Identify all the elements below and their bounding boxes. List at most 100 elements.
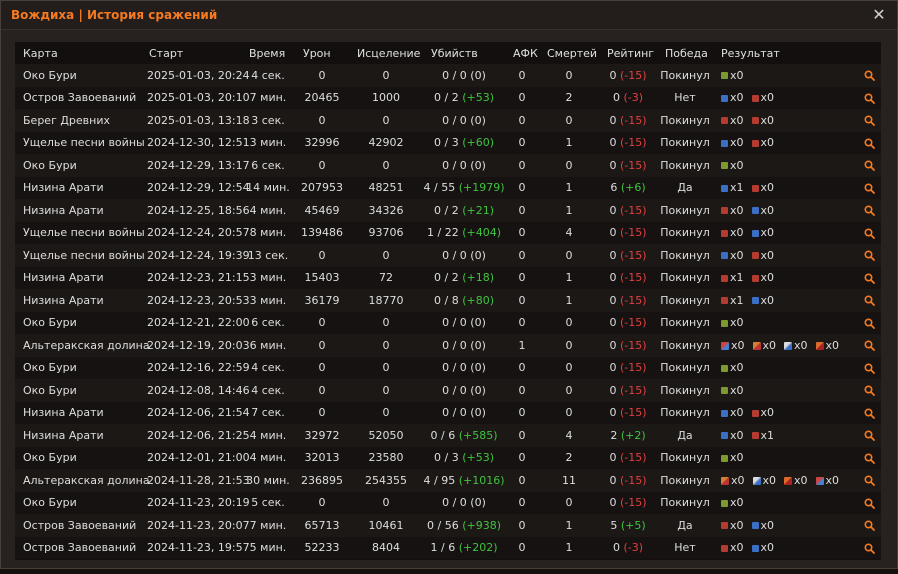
- cell-map: Низина Арати: [15, 176, 141, 199]
- table-row[interactable]: Око Бури 2024-12-01, 21:00 4 мин. 32013 2358…: [15, 446, 881, 469]
- col-afk[interactable]: АФК: [505, 42, 539, 64]
- heal-value: 72: [379, 271, 393, 285]
- afk-value: 0: [518, 248, 526, 262]
- col-win[interactable]: Победа: [657, 42, 713, 64]
- table-row[interactable]: Низина Арати 2024-12-29, 12:54 14 мин. 2079…: [15, 176, 881, 199]
- kills-value: 1 / 22: [427, 226, 459, 240]
- table-row[interactable]: Око Бури 2024-12-08, 14:46 4 сек. 0 0 0 / 0 (…: [15, 379, 881, 402]
- col-damage[interactable]: Урон: [295, 42, 349, 64]
- table-row[interactable]: Низина Арати 2024-12-06, 21:54 7 сек. 0 0 0 /…: [15, 401, 881, 424]
- magnifier-icon[interactable]: [863, 453, 875, 464]
- magnifier-icon[interactable]: [863, 363, 875, 374]
- table-row[interactable]: Ущелье песни войны 2024-12-24, 20:57 8 мин…: [15, 221, 881, 244]
- magnifier-icon[interactable]: [863, 228, 875, 239]
- result-count: x0: [760, 203, 775, 217]
- table-row[interactable]: Низина Арати 2024-12-23, 20:53 3 мин. 36179…: [15, 289, 881, 312]
- magnifier-icon[interactable]: [863, 250, 875, 262]
- kills-delta: (0): [470, 383, 486, 397]
- result-item: x1: [721, 271, 744, 284]
- damage-value: 32972: [304, 428, 340, 442]
- cell-rating: 0 (-3): [599, 86, 657, 109]
- col-map[interactable]: Карта: [15, 42, 141, 64]
- table-row[interactable]: Низина Арати 2024-12-23, 21:15 3 мин. 15403…: [15, 266, 881, 289]
- faction-flag-icon: [721, 162, 728, 170]
- magnifier-icon[interactable]: [863, 295, 875, 307]
- win-status: Покинул: [660, 383, 710, 397]
- faction-flag-icon: [721, 499, 728, 507]
- afk-value: 0: [518, 361, 526, 375]
- duration: 4 сек.: [251, 68, 285, 82]
- faction-flag-icon: [721, 432, 728, 440]
- table-row[interactable]: Низина Арати 2024-12-06, 21:25 4 мин. 32972…: [15, 424, 881, 447]
- col-result[interactable]: Результат: [713, 42, 857, 64]
- cell-rating: 0 (-3): [599, 536, 657, 559]
- table-row[interactable]: Око Бури 2024-12-29, 13:17 6 сек. 0 0 0 / 0 (…: [15, 154, 881, 177]
- table-row[interactable]: Низина Арати 2024-12-25, 18:56 4 мин. 45469…: [15, 199, 881, 222]
- cell-rating: 0 (-15): [599, 221, 657, 244]
- magnifier-icon[interactable]: [863, 340, 875, 352]
- magnifier-icon[interactable]: [863, 205, 875, 217]
- col-deaths[interactable]: Смертей: [539, 42, 599, 64]
- table-row[interactable]: Око Бури 2024-12-16, 22:59 4 сек. 0 0 0 / 0 (…: [15, 356, 881, 379]
- win-status: Нет: [674, 541, 696, 555]
- magnifier-icon[interactable]: [863, 520, 875, 532]
- magnifier-icon[interactable]: [863, 273, 875, 284]
- table-row[interactable]: Альтеракская долина 2024-12-19, 20:03 6 ми…: [15, 334, 881, 357]
- cell-win: Да: [657, 176, 713, 199]
- magnifier-icon[interactable]: [863, 183, 875, 194]
- table-row[interactable]: Око Бури 2024-11-23, 20:19 5 сек. 0 0 0 / 0 (…: [15, 491, 881, 514]
- cell-heal: 0: [349, 311, 423, 334]
- magnifier-icon[interactable]: [863, 70, 875, 82]
- magnifier-icon[interactable]: [863, 475, 875, 487]
- deaths-value: 1: [565, 203, 573, 217]
- cell-afk: 0: [505, 86, 539, 109]
- col-rating[interactable]: Рейтинг: [599, 42, 657, 64]
- table-row[interactable]: Остров Завоеваний 2025-01-03, 20:10 7 мин.…: [15, 86, 881, 109]
- table-row[interactable]: Остров Завоеваний 2024-11-23, 19:57 5 мин.…: [15, 536, 881, 559]
- kills-delta: (+202): [458, 541, 498, 555]
- col-time[interactable]: Время: [241, 42, 295, 64]
- cell-win: Покинул: [657, 109, 713, 132]
- col-start[interactable]: Старт: [141, 42, 241, 64]
- cell-win: Покинул: [657, 334, 713, 357]
- rating-delta: (-15): [619, 316, 647, 330]
- magnifier-icon[interactable]: [863, 318, 875, 329]
- cell-win: Покинул: [657, 469, 713, 492]
- magnifier-icon[interactable]: [863, 543, 875, 554]
- cell-kills: 0 / 0 (0): [423, 491, 505, 514]
- rating-value: 0: [609, 136, 617, 150]
- kills-delta: (0): [470, 338, 486, 352]
- faction-flag-icon: [721, 341, 729, 350]
- table-row[interactable]: Око Бури 2024-12-21, 22:00 6 сек. 0 0 0 / 0 (…: [15, 311, 881, 334]
- table-row[interactable]: Ущелье песни войны 2024-12-24, 19:39 13 се…: [15, 244, 881, 267]
- magnifier-icon[interactable]: [863, 115, 875, 127]
- rating-delta: (-15): [619, 68, 647, 82]
- table-row[interactable]: Альтеракская долина 2024-11-28, 21:53 30 м…: [15, 469, 881, 492]
- magnifier-icon[interactable]: [863, 93, 875, 104]
- table-row[interactable]: Ущелье песни войны 2024-12-30, 12:51 3 мин…: [15, 131, 881, 154]
- cell-afk: 0: [505, 446, 539, 469]
- cell-result: x1 x0: [713, 176, 857, 199]
- rating-delta: (-15): [619, 136, 647, 150]
- table-row[interactable]: Остров Завоеваний 2024-11-23, 20:07 7 мин.…: [15, 514, 881, 537]
- magnifier-icon[interactable]: [863, 498, 875, 509]
- result-item: x0: [751, 541, 774, 554]
- magnifier-icon[interactable]: [863, 385, 875, 397]
- close-button[interactable]: ✕: [869, 5, 889, 25]
- table-row[interactable]: Берег Древних 2025-01-03, 13:18 3 сек. 0 0 0 …: [15, 109, 881, 132]
- magnifier-icon[interactable]: [863, 138, 875, 149]
- magnifier-icon[interactable]: [863, 160, 875, 172]
- damage-value: 139486: [301, 226, 343, 240]
- start-time: 2024-11-23, 20:19: [147, 496, 250, 510]
- col-heal[interactable]: Исцеление: [349, 42, 423, 64]
- cell-win: Покинул: [657, 199, 713, 222]
- table-row[interactable]: Око Бури 2025-01-03, 20:24 4 сек. 0 0 0 / 0 (…: [15, 64, 881, 87]
- cell-start: 2024-12-23, 21:15: [141, 266, 250, 289]
- cell-start: 2024-12-08, 14:46: [141, 379, 250, 402]
- cell-action: [857, 446, 881, 469]
- window-titlebar[interactable]: Вождиха | История сражений: [1, 1, 897, 30]
- magnifier-icon[interactable]: [863, 408, 875, 419]
- heal-value: 23580: [368, 451, 404, 465]
- magnifier-icon[interactable]: [863, 430, 875, 442]
- col-kills[interactable]: Убийств: [423, 42, 505, 64]
